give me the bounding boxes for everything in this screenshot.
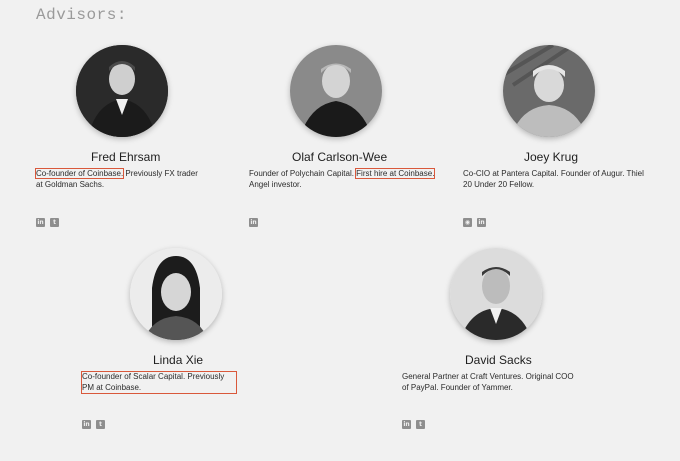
advisor-bio: Co-CIO at Pantera Capital. Founder of Au… xyxy=(463,169,644,189)
advisor-bio: Co-founder of Coinbase. Previously FX tr… xyxy=(34,167,201,190)
linkedin-icon[interactable]: in xyxy=(402,420,411,429)
advisor-name: Linda Xie xyxy=(153,353,204,367)
advisor-name: Olaf Carlson-Wee xyxy=(292,150,388,164)
advisor-name: David Sacks xyxy=(465,353,532,367)
advisor-name: Fred Ehrsam xyxy=(91,150,161,164)
social-links: in t xyxy=(36,218,59,227)
bio-highlight: Co-founder of Coinbase. xyxy=(34,167,125,180)
social-links: in xyxy=(249,218,258,227)
linkedin-icon[interactable]: in xyxy=(36,218,45,227)
bio-highlight: Co-founder of Scalar Capital. Previously… xyxy=(80,370,238,395)
advisor-bio: Co-founder of Scalar Capital. Previously… xyxy=(80,370,242,395)
twitter-icon[interactable]: t xyxy=(50,218,59,227)
avatar-joey-krug xyxy=(503,45,595,137)
avatar-linda-xie xyxy=(130,248,222,340)
social-links: ◉ in xyxy=(463,218,486,227)
linkedin-icon[interactable]: in xyxy=(82,420,91,429)
advisor-name: Joey Krug xyxy=(524,150,579,164)
bio-text: Founder of Polychain Capital. xyxy=(249,169,357,178)
linkedin-icon[interactable]: in xyxy=(249,218,258,227)
social-links: in t xyxy=(82,420,105,429)
advisor-bio: Founder of Polychain Capital. First hire… xyxy=(249,167,439,190)
github-icon[interactable]: ◉ xyxy=(463,218,472,227)
avatar-fred-ehrsam xyxy=(76,45,168,137)
avatar-david-sacks xyxy=(450,248,542,340)
advisor-bio: General Partner at Craft Ventures. Origi… xyxy=(402,372,574,392)
avatar-olaf-carlson-wee xyxy=(290,45,382,137)
bio-highlight: First hire at Coinbase. xyxy=(354,167,436,180)
bio-text: Angel investor. xyxy=(249,179,302,189)
section-title: Advisors: xyxy=(36,6,127,24)
social-links: in t xyxy=(402,420,425,429)
twitter-icon[interactable]: t xyxy=(416,420,425,429)
twitter-icon[interactable]: t xyxy=(96,420,105,429)
linkedin-icon[interactable]: in xyxy=(477,218,486,227)
